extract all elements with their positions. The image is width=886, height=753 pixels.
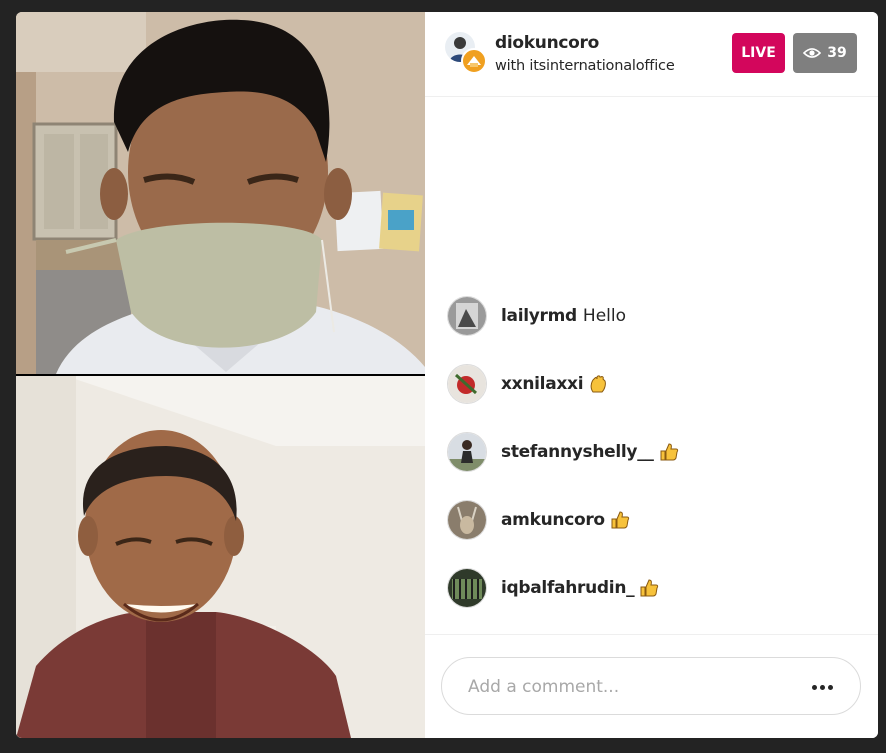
comment-item: xxnilaxxi <box>447 364 608 404</box>
comment-username[interactable]: stefannyshelly__ <box>501 442 654 462</box>
thumbs-up-icon <box>640 579 659 597</box>
comment-username[interactable]: iqbalfahrudin_ <box>501 578 635 598</box>
video-area <box>16 12 425 738</box>
host-avatar[interactable] <box>445 32 487 74</box>
comment-message: Hello <box>582 306 626 326</box>
comment-box <box>441 657 861 715</box>
more-dot <box>811 684 817 690</box>
guest-video-feed[interactable] <box>16 376 425 738</box>
commenter-avatar[interactable] <box>447 296 487 336</box>
comment-username[interactable]: amkuncoro <box>501 510 605 530</box>
comment-item: lailyrmd Hello <box>447 296 626 336</box>
guest-video-image <box>16 376 425 738</box>
thumbs-up-icon <box>611 511 629 529</box>
comment-input[interactable] <box>468 675 788 699</box>
comment-footer <box>425 634 878 738</box>
host-username[interactable]: diokuncoro <box>495 33 599 53</box>
thumbs-up-icon <box>660 443 678 461</box>
commenter-avatar[interactable] <box>447 568 487 608</box>
more-dot <box>819 684 825 690</box>
waving-hand-icon <box>590 375 607 393</box>
host-video-image <box>16 12 425 374</box>
live-panel: diokuncoro with itsinternationaloffice L… <box>425 12 878 738</box>
comment-username[interactable]: lailyrmd <box>501 306 577 326</box>
comment-username[interactable]: xxnilaxxi <box>501 374 584 394</box>
guest-profile-badge <box>461 48 487 74</box>
comment-item: amkuncoro <box>447 500 630 540</box>
live-badge: LIVE <box>732 33 785 73</box>
comment-item: stefannyshelly__ <box>447 432 679 472</box>
host-video-feed[interactable] <box>16 12 425 374</box>
collaborator-text[interactable]: with itsinternationaloffice <box>495 58 675 74</box>
comment-item: iqbalfahrudin_ <box>447 568 659 608</box>
live-header: diokuncoro with itsinternationaloffice L… <box>425 12 878 97</box>
commenter-avatar[interactable] <box>447 432 487 472</box>
live-stream-window: diokuncoro with itsinternationaloffice L… <box>16 12 878 738</box>
more-dot <box>827 684 833 690</box>
commenter-avatar[interactable] <box>447 364 487 404</box>
more-options-button[interactable] <box>804 672 840 702</box>
comment-list: lailyrmd Hello xxnilaxxi stefannyshelly_… <box>425 96 878 634</box>
eye-icon <box>803 48 822 58</box>
viewer-count-badge[interactable]: 39 <box>793 33 857 73</box>
commenter-avatar[interactable] <box>447 500 487 540</box>
viewer-count: 39 <box>827 45 847 61</box>
